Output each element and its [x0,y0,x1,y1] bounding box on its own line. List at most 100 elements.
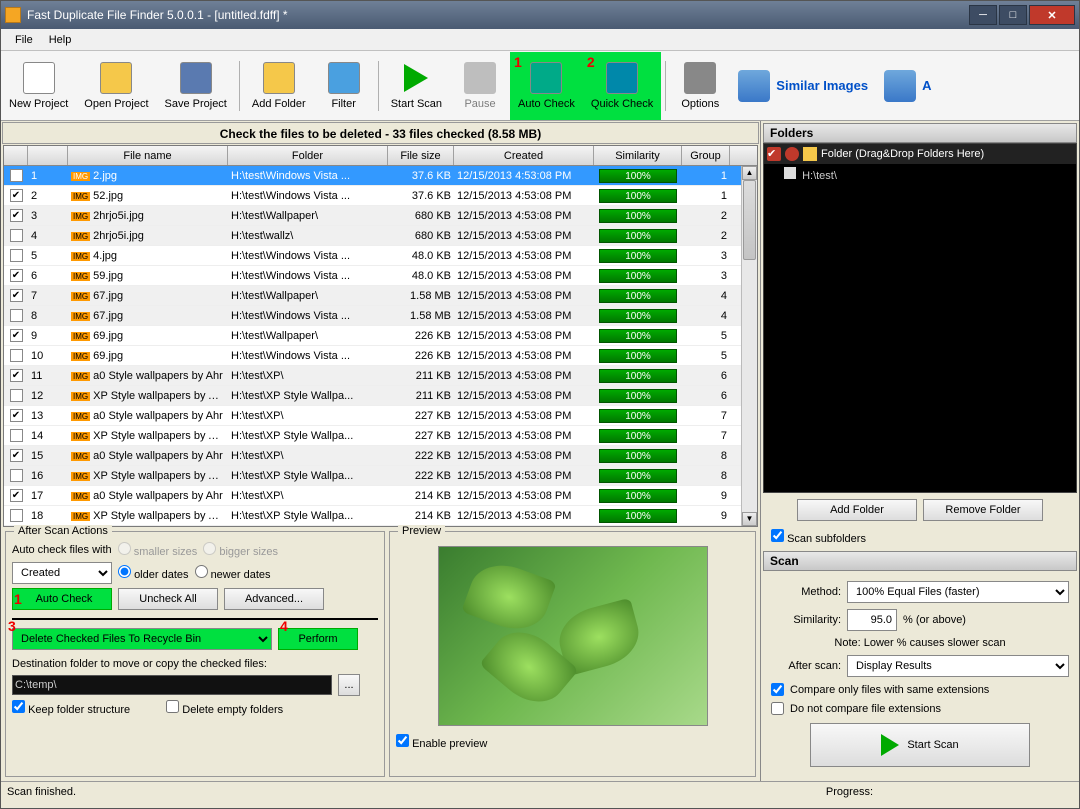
table-row[interactable]: ✔11IMG a0 Style wallpapers by AhrH:\test… [4,366,757,386]
radio-bigger[interactable]: bigger sizes [203,542,278,558]
column-header[interactable]: File name [68,146,228,165]
browse-button[interactable]: ... [338,674,360,696]
scroll-up-button[interactable]: ▲ [742,166,757,180]
similarity-bar: 100% [599,389,677,403]
row-checkbox[interactable]: ✔ [10,409,23,422]
compare-ext-check[interactable]: Compare only files with same extensions [771,683,1069,696]
add-folder-button[interactable]: Add Folder [797,499,917,521]
toolbar-start-scan[interactable]: Start Scan [383,52,450,120]
scroll-thumb[interactable] [743,180,756,260]
after-scan-select[interactable]: Display Results [847,655,1069,677]
delete-empty-check[interactable]: Delete empty folders [166,700,283,716]
row-checkbox[interactable] [10,469,23,482]
minimize-button[interactable]: ─ [969,5,997,25]
a-icon [884,70,916,102]
row-checkbox[interactable]: ✔ [10,489,23,502]
table-row[interactable]: ✔1IMG 2.jpgH:\test\Windows Vista ...37.6… [4,166,757,186]
folder-tree[interactable]: ✔ Folder (Drag&Drop Folders Here) H:\tes… [763,143,1077,493]
scan-subfolders-check[interactable]: Scan subfolders [771,529,1069,545]
method-select[interactable]: 100% Equal Files (faster) [847,581,1069,603]
row-checkbox[interactable]: ✔ [10,189,23,202]
toolbar-new-project[interactable]: New Project [1,52,76,120]
similarity-bar: 100% [599,309,677,323]
scroll-down-button[interactable]: ▼ [742,512,757,526]
toolbar-save-project[interactable]: Save Project [157,52,235,120]
created-select[interactable]: Created [12,562,112,584]
maximize-button[interactable]: □ [999,5,1027,25]
enable-preview-check[interactable]: Enable preview [396,738,487,750]
column-header[interactable]: Folder [228,146,388,165]
column-header[interactable]: Created [454,146,594,165]
row-checkbox[interactable]: ✔ [10,169,23,182]
row-checkbox[interactable] [10,249,23,262]
row-checkbox[interactable]: ✔ [10,269,23,282]
row-checkbox[interactable] [10,509,23,522]
table-row[interactable]: 4IMG 2hrjo5i.jpgH:\test\wallz\680 KB12/1… [4,226,757,246]
table-row[interactable]: ✔2IMG 52.jpgH:\test\Windows Vista ...37.… [4,186,757,206]
toolbar-auto-check[interactable]: 1Auto Check [510,52,583,120]
menu-help[interactable]: Help [41,32,80,48]
toolbar-a[interactable]: A [876,52,939,120]
table-row[interactable]: ✔19IMG a0 Style wallpapers by AhrH:\test… [4,526,757,527]
table-row[interactable]: ✔7IMG 67.jpgH:\test\Wallpaper\1.58 MB12/… [4,286,757,306]
row-checkbox[interactable]: ✔ [10,209,23,222]
check-header: Check the files to be deleted - 33 files… [2,122,759,144]
auto-check-button[interactable]: Auto Check [12,588,112,610]
page-icon [784,167,796,179]
after-scan-label: After scan: [771,660,841,672]
remove-folder-button[interactable]: Remove Folder [923,499,1043,521]
row-checkbox[interactable] [10,229,23,242]
table-row[interactable]: 10IMG 69.jpgH:\test\Windows Vista ...226… [4,346,757,366]
column-header[interactable]: Group [682,146,730,165]
table-row[interactable]: ✔15IMG a0 Style wallpapers by AhrH:\test… [4,446,757,466]
ignore-ext-check[interactable]: Do not compare file extensions [771,702,1069,715]
toolbar-add-folder[interactable]: Add Folder [244,52,314,120]
table-row[interactable]: 12IMG XP Style wallpapers by AhrH:\test\… [4,386,757,406]
keep-folder-check[interactable]: Keep folder structure [12,700,130,716]
grid-scrollbar[interactable]: ▲ ▼ [741,166,757,526]
start-scan-button[interactable]: Start Scan [810,723,1030,767]
row-checkbox[interactable] [10,429,23,442]
row-checkbox[interactable] [10,389,23,402]
table-row[interactable]: ✔9IMG 69.jpgH:\test\Wallpaper\226 KB12/1… [4,326,757,346]
toolbar-pause[interactable]: Pause [450,52,510,120]
table-row[interactable]: 16IMG XP Style wallpapers by AhrH:\test\… [4,466,757,486]
dest-input[interactable] [12,675,332,695]
toolbar-options[interactable]: Options [670,52,730,120]
radio-newer[interactable]: newer dates [195,565,271,581]
row-checkbox[interactable]: ✔ [10,289,23,302]
action-select[interactable]: Delete Checked Files To Recycle Bin [12,628,272,650]
table-row[interactable]: 5IMG 4.jpgH:\test\Windows Vista ...48.0 … [4,246,757,266]
column-header[interactable]: Similarity [594,146,682,165]
radio-smaller[interactable]: smaller sizes [118,542,198,558]
row-checkbox[interactable]: ✔ [10,329,23,342]
toolbar-quick-check[interactable]: 2Quick Check [583,52,661,120]
column-header[interactable]: File size [388,146,454,165]
column-header[interactable] [28,146,68,165]
auto-check-label: Auto check files with [12,544,112,556]
toolbar-similar-images[interactable]: Similar Images [730,52,876,120]
row-checkbox[interactable]: ✔ [10,449,23,462]
table-row[interactable]: ✔6IMG 59.jpgH:\test\Windows Vista ...48.… [4,266,757,286]
table-row[interactable]: 18IMG XP Style wallpapers by AhrH:\test\… [4,506,757,526]
folder-item[interactable]: H:\test\ [764,164,1076,185]
uncheck-all-button[interactable]: Uncheck All [118,588,218,610]
table-row[interactable]: ✔3IMG 2hrjo5i.jpgH:\test\Wallpaper\680 K… [4,206,757,226]
radio-older[interactable]: older dates [118,565,189,581]
advanced-button[interactable]: Advanced... [224,588,324,610]
close-button[interactable]: ✕ [1029,5,1075,25]
similar-images-icon [738,70,770,102]
row-checkbox[interactable] [10,349,23,362]
row-checkbox[interactable]: ✔ [10,369,23,382]
table-row[interactable]: ✔13IMG a0 Style wallpapers by AhrH:\test… [4,406,757,426]
perform-button[interactable]: Perform [278,628,358,650]
toolbar-filter[interactable]: Filter [314,52,374,120]
similarity-input[interactable] [847,609,897,631]
table-row[interactable]: 14IMG XP Style wallpapers by AhrH:\test\… [4,426,757,446]
table-row[interactable]: 8IMG 67.jpgH:\test\Windows Vista ...1.58… [4,306,757,326]
toolbar-open-project[interactable]: Open Project [76,52,156,120]
menu-file[interactable]: File [7,32,41,48]
column-header[interactable] [4,146,28,165]
row-checkbox[interactable] [10,309,23,322]
table-row[interactable]: ✔17IMG a0 Style wallpapers by AhrH:\test… [4,486,757,506]
